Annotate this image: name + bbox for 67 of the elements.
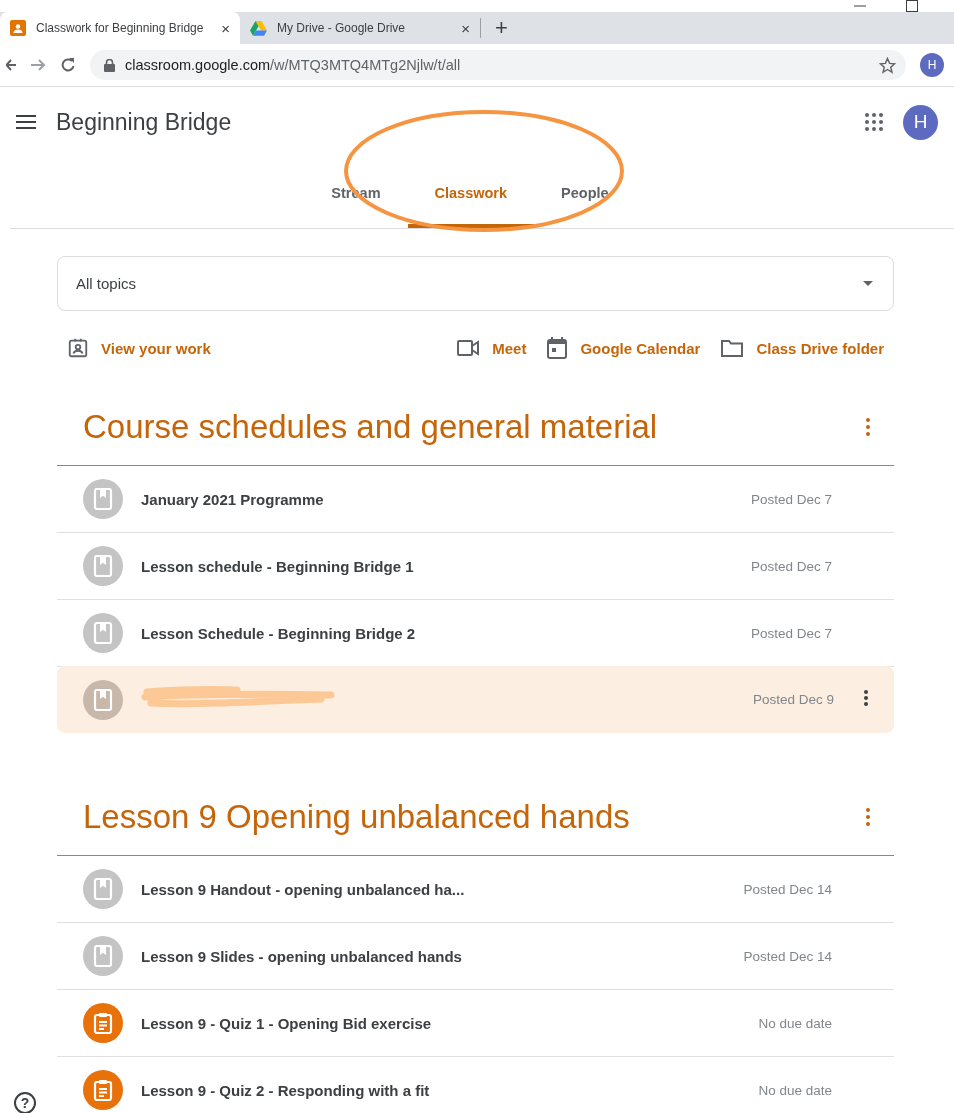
drive-icon	[250, 20, 267, 36]
item-title[interactable]: Lesson 9 - Quiz 1 - Opening Bid exercise	[141, 1014, 741, 1032]
assignment-icon	[83, 1003, 123, 1043]
folder-icon	[720, 338, 745, 358]
material-icon	[83, 679, 123, 720]
forward-icon[interactable]	[30, 57, 46, 73]
posted-date: No due date	[758, 1082, 833, 1098]
browser-tab[interactable]: My Drive - Google Drive ×	[240, 12, 480, 44]
posted-date: Posted Dec 7	[750, 625, 833, 641]
address-bar[interactable]: classroom.google.com/w/MTQ3MTQ4MTg2Njlw/t/all	[90, 50, 906, 80]
more-icon[interactable]	[866, 418, 870, 436]
help-button[interactable]: ?	[14, 1092, 36, 1113]
posted-date: Posted Dec 14	[743, 948, 833, 964]
item-title[interactable]: Lesson 9 Handout - opening unbalanced ha...	[141, 880, 726, 898]
video-camera-icon	[456, 338, 481, 358]
item-title[interactable]: January 2021 Programme	[141, 490, 733, 508]
item-title[interactable]: Lesson Schedule - Beginning Bridge 2	[141, 624, 733, 642]
lock-icon	[104, 58, 115, 72]
close-icon[interactable]: ×	[461, 19, 470, 37]
maximize-icon[interactable]	[906, 0, 918, 12]
assignment-icon	[83, 1070, 123, 1110]
material-icon	[83, 546, 123, 586]
material-icon	[83, 613, 123, 653]
item-title[interactable]: Lesson 9 - Quiz 2 - Responding with a fit	[141, 1081, 741, 1099]
item-row[interactable]: Lesson schedule - Beginning Bridge 1 Posted Dec 7	[57, 533, 894, 600]
topics-value: All topics	[76, 275, 137, 292]
item-row[interactable]: Lesson 9 - Quiz 2 - Responding with a fit No due date	[57, 1057, 894, 1113]
posted-date: Posted Dec 14	[743, 881, 833, 897]
menu-icon[interactable]	[16, 115, 36, 129]
item-title[interactable]: Lesson schedule - Beginning Bridge 1	[141, 557, 733, 575]
new-tab-button[interactable]: +	[481, 15, 522, 41]
section-title: Lesson 9 Opening unbalanced hands	[83, 798, 630, 836]
badge-icon	[67, 337, 89, 359]
toolbar-link[interactable]: Class Drive folder	[720, 338, 884, 358]
posted-date: Posted Dec 9	[752, 692, 834, 707]
star-icon[interactable]	[879, 56, 896, 74]
posted-date: No due date	[758, 1015, 833, 1031]
back-icon[interactable]	[6, 57, 16, 73]
item-row[interactable]: Lesson 9 Handout - opening unbalanced ha... Posted Dec 14	[57, 856, 894, 923]
more-icon[interactable]	[866, 808, 870, 826]
account-avatar[interactable]: H	[903, 104, 938, 140]
topics-dropdown[interactable]: All topics	[57, 256, 894, 311]
item-row[interactable]: January 2021 Programme Posted Dec 7	[57, 466, 894, 533]
class-tab[interactable]: People	[534, 157, 636, 228]
item-row[interactable]: Lesson 9 - Quiz 1 - Opening Bid exercise No due date	[57, 990, 894, 1057]
browser-tab[interactable]: Classwork for Beginning Bridge ×	[0, 12, 240, 44]
more-icon[interactable]	[864, 689, 868, 706]
posted-date: Posted Dec 7	[750, 491, 833, 507]
classroom-icon	[10, 20, 26, 36]
dropdown-caret-icon	[863, 281, 873, 286]
material-icon	[83, 936, 123, 976]
class-tab[interactable]: Classwork	[407, 157, 535, 228]
item-row[interactable]: Lesson 9 Slides - opening unbalanced hands Posted Dec 14	[57, 923, 894, 990]
section-title: Course schedules and general material	[83, 408, 658, 446]
posted-date: Posted Dec 7	[750, 558, 833, 574]
toolbar-link[interactable]: View your work	[67, 337, 211, 359]
class-title: Beginning Bridge	[56, 108, 233, 136]
calendar-icon	[546, 336, 569, 360]
profile-avatar[interactable]: H	[920, 53, 944, 77]
close-icon[interactable]: ×	[221, 19, 230, 37]
material-icon	[83, 479, 123, 519]
toolbar-link[interactable]: Meet	[456, 338, 527, 358]
material-icon	[83, 869, 123, 909]
apps-grid-icon[interactable]	[865, 113, 883, 131]
item-title[interactable]: Lesson 9 Slides - opening unbalanced hands	[141, 947, 726, 965]
toolbar-link[interactable]: Google Calendar	[546, 336, 701, 360]
reload-icon[interactable]	[60, 57, 76, 73]
